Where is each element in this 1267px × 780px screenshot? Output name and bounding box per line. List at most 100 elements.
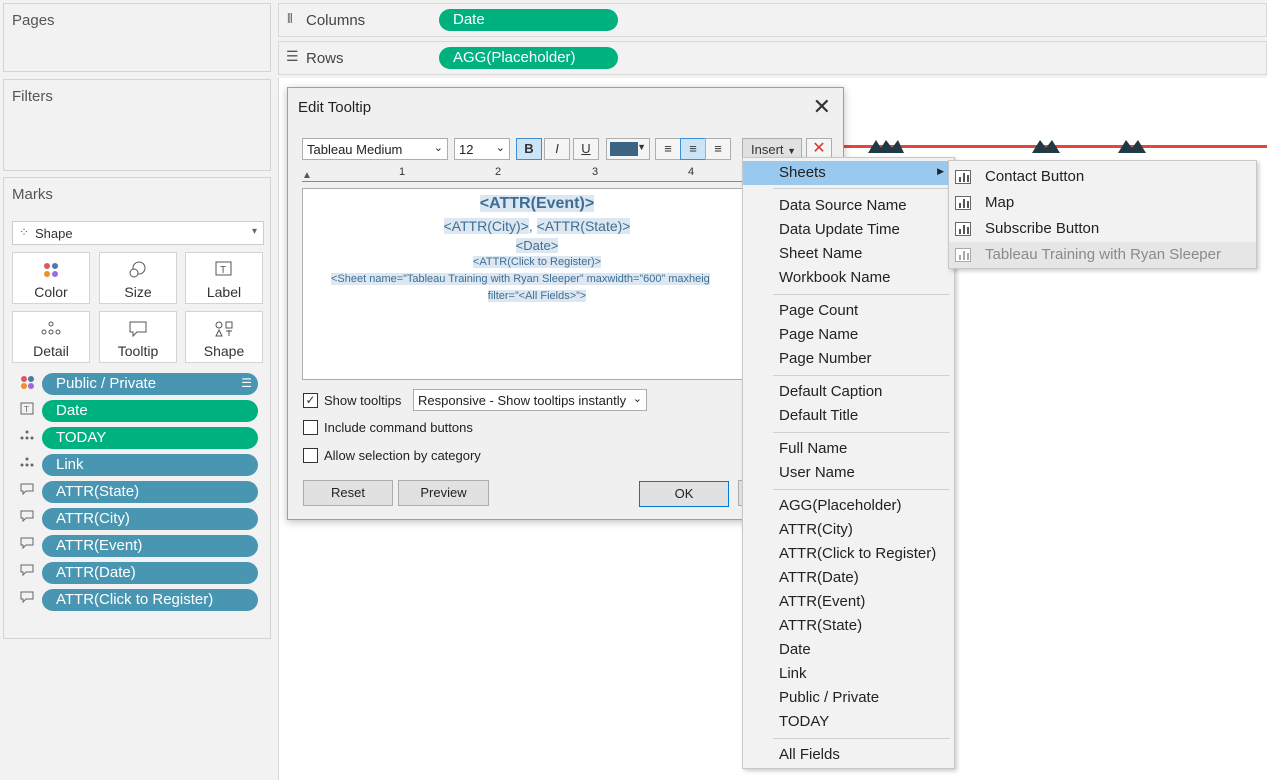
color-card[interactable]: Color bbox=[12, 252, 90, 304]
pages-panel: Pages bbox=[3, 3, 271, 72]
tooltip-icon bbox=[18, 564, 36, 580]
menu-separator bbox=[773, 432, 950, 433]
menu-item-page-name[interactable]: Page Name bbox=[743, 323, 954, 347]
menu-item-page-count[interactable]: Page Count bbox=[743, 299, 954, 323]
menu-item-user-name[interactable]: User Name bbox=[743, 461, 954, 485]
field-pill[interactable]: Date bbox=[42, 400, 258, 422]
chevron-down-icon: ▾ bbox=[251, 226, 257, 237]
include-command-buttons-label: Include command buttons bbox=[324, 420, 473, 435]
columns-pill-date[interactable]: Date bbox=[439, 9, 618, 31]
menu-item-attr-city[interactable]: ATTR(City) bbox=[743, 518, 954, 542]
detail-icon bbox=[18, 456, 36, 471]
field-pill[interactable]: Link bbox=[42, 454, 258, 476]
field-pill[interactable]: TODAY bbox=[42, 427, 258, 449]
align-left-button[interactable]: ≡ bbox=[655, 138, 681, 160]
menu-item-page-number[interactable]: Page Number bbox=[743, 347, 954, 371]
sheet-item-map[interactable]: Map bbox=[949, 190, 1256, 216]
font-select[interactable]: Tableau Medium ⌄ bbox=[302, 138, 448, 160]
field-pill[interactable]: ATTR(Date) bbox=[42, 562, 258, 584]
mark-field-attr-click-to-register[interactable]: ATTR(Click to Register) bbox=[18, 589, 260, 611]
field-pill[interactable]: Public / Private bbox=[42, 373, 258, 395]
align-right-button[interactable]: ≡ bbox=[705, 138, 731, 160]
tooltip-mode-select[interactable]: Responsive - Show tooltips instantly ⌄ bbox=[413, 389, 647, 411]
preview-button[interactable]: Preview bbox=[398, 480, 489, 506]
editor-line-2: <ATTR(City)>, <ATTR(State)> bbox=[303, 218, 771, 234]
mark-field-public-private[interactable]: Public / Private ☰ bbox=[18, 373, 260, 395]
allow-selection-checkbox[interactable] bbox=[303, 448, 318, 463]
columns-icon: ⦀ bbox=[287, 11, 293, 26]
insert-label: Insert bbox=[751, 142, 784, 157]
detail-card-label: Detail bbox=[33, 343, 69, 359]
tooltip-icon bbox=[18, 591, 36, 607]
shape-card[interactable]: Shape bbox=[185, 311, 263, 363]
menu-item-all-fields[interactable]: All Fields bbox=[743, 743, 954, 767]
size-card[interactable]: Size bbox=[99, 252, 177, 304]
mark-field-attr-event[interactable]: ATTR(Event) bbox=[18, 535, 260, 557]
event-shape-marks[interactable] bbox=[864, 136, 1164, 156]
mark-type-dropdown[interactable]: ⁘ Shape ▾ bbox=[12, 221, 264, 245]
bold-button[interactable]: B bbox=[516, 138, 542, 160]
date-token: <Date> bbox=[515, 238, 559, 253]
menu-item-today[interactable]: TODAY bbox=[743, 710, 954, 734]
field-pill[interactable]: ATTR(Click to Register) bbox=[42, 589, 258, 611]
field-pill[interactable]: ATTR(Event) bbox=[42, 535, 258, 557]
menu-item-public-private[interactable]: Public / Private bbox=[743, 686, 954, 710]
sheet-item-contact-button[interactable]: Contact Button bbox=[949, 164, 1256, 190]
label-card-label: Label bbox=[206, 284, 242, 300]
menu-item-full-name[interactable]: Full Name bbox=[743, 437, 954, 461]
menu-item-date[interactable]: Date bbox=[743, 638, 954, 662]
chevron-down-icon: ▼ bbox=[637, 142, 646, 152]
menu-item-workbook-name[interactable]: Workbook Name bbox=[743, 266, 954, 290]
menu-item-default-title[interactable]: Default Title bbox=[743, 404, 954, 428]
reset-button[interactable]: Reset bbox=[303, 480, 393, 506]
show-tooltips-checkbox[interactable]: ✓ bbox=[303, 393, 318, 408]
rows-pill-agg-placeholder[interactable]: AGG(Placeholder) bbox=[439, 47, 618, 69]
menu-item-attr-state[interactable]: ATTR(State) bbox=[743, 614, 954, 638]
sheet-item-label: Tableau Training with Ryan Sleeper bbox=[985, 246, 1221, 263]
show-tooltips-label: Show tooltips bbox=[324, 393, 402, 408]
size-card-label: Size bbox=[124, 284, 152, 300]
mark-field-date[interactable]: T Date bbox=[18, 400, 260, 422]
menu-item-attr-date[interactable]: ATTR(Date) bbox=[743, 566, 954, 590]
mark-field-attr-state[interactable]: ATTR(State) bbox=[18, 481, 260, 503]
menu-item-attr-click-to-register[interactable]: ATTR(Click to Register) bbox=[743, 542, 954, 566]
columns-shelf[interactable]: ⦀ Columns Date bbox=[278, 3, 1267, 37]
mark-field-today[interactable]: TODAY bbox=[18, 427, 260, 449]
italic-button[interactable]: I bbox=[544, 138, 570, 160]
mark-field-link[interactable]: Link bbox=[18, 454, 260, 476]
shape-icon bbox=[186, 320, 262, 341]
ok-button[interactable]: OK bbox=[639, 481, 729, 507]
sheet-item-label: Contact Button bbox=[985, 168, 1085, 185]
menu-item-data-update-time[interactable]: Data Update Time bbox=[743, 218, 954, 242]
mark-field-attr-date[interactable]: ATTR(Date) bbox=[18, 562, 260, 584]
menu-item-default-caption[interactable]: Default Caption bbox=[743, 380, 954, 404]
font-size-value: 12 bbox=[459, 142, 474, 157]
field-pill[interactable]: ATTR(City) bbox=[42, 508, 258, 530]
sheet-item-subscribe-button[interactable]: Subscribe Button bbox=[949, 216, 1256, 242]
close-icon[interactable]: ✕ bbox=[813, 94, 831, 120]
include-command-buttons-checkbox[interactable] bbox=[303, 420, 318, 435]
field-pill[interactable]: ATTR(State) bbox=[42, 481, 258, 503]
align-center-button[interactable]: ≡ bbox=[680, 138, 706, 160]
label-card[interactable]: T Label bbox=[185, 252, 263, 304]
menu-item-sheets[interactable]: Sheets ▶ bbox=[743, 161, 954, 185]
indent-marker-icon[interactable]: ▲ bbox=[302, 170, 312, 181]
rows-shelf[interactable]: ☰ Rows AGG(Placeholder) bbox=[278, 41, 1267, 75]
underline-button[interactable]: U bbox=[573, 138, 599, 160]
shape-card-label: Shape bbox=[203, 343, 245, 359]
menu-item-link[interactable]: Link bbox=[743, 662, 954, 686]
menu-item-agg-placeholder[interactable]: AGG(Placeholder) bbox=[743, 494, 954, 518]
detail-card[interactable]: Detail bbox=[12, 311, 90, 363]
font-color-picker[interactable]: ▼ bbox=[606, 138, 650, 160]
menu-item-sheet-name[interactable]: Sheet Name bbox=[743, 242, 954, 266]
worksheet-icon bbox=[955, 248, 971, 262]
editor-line-6: filter=”<All Fields>”> bbox=[303, 290, 771, 302]
menu-item-data-source-name[interactable]: Data Source Name bbox=[743, 194, 954, 218]
mark-field-attr-city[interactable]: ATTR(City) bbox=[18, 508, 260, 530]
tooltip-editor[interactable]: <ATTR(Event)> <ATTR(City)>, <ATTR(State)… bbox=[302, 188, 772, 380]
font-size-select[interactable]: 12 ⌄ bbox=[454, 138, 510, 160]
menu-item-attr-event[interactable]: ATTR(Event) bbox=[743, 590, 954, 614]
worksheet-icon bbox=[955, 170, 971, 184]
menu-separator bbox=[773, 294, 950, 295]
tooltip-card[interactable]: Tooltip bbox=[99, 311, 177, 363]
